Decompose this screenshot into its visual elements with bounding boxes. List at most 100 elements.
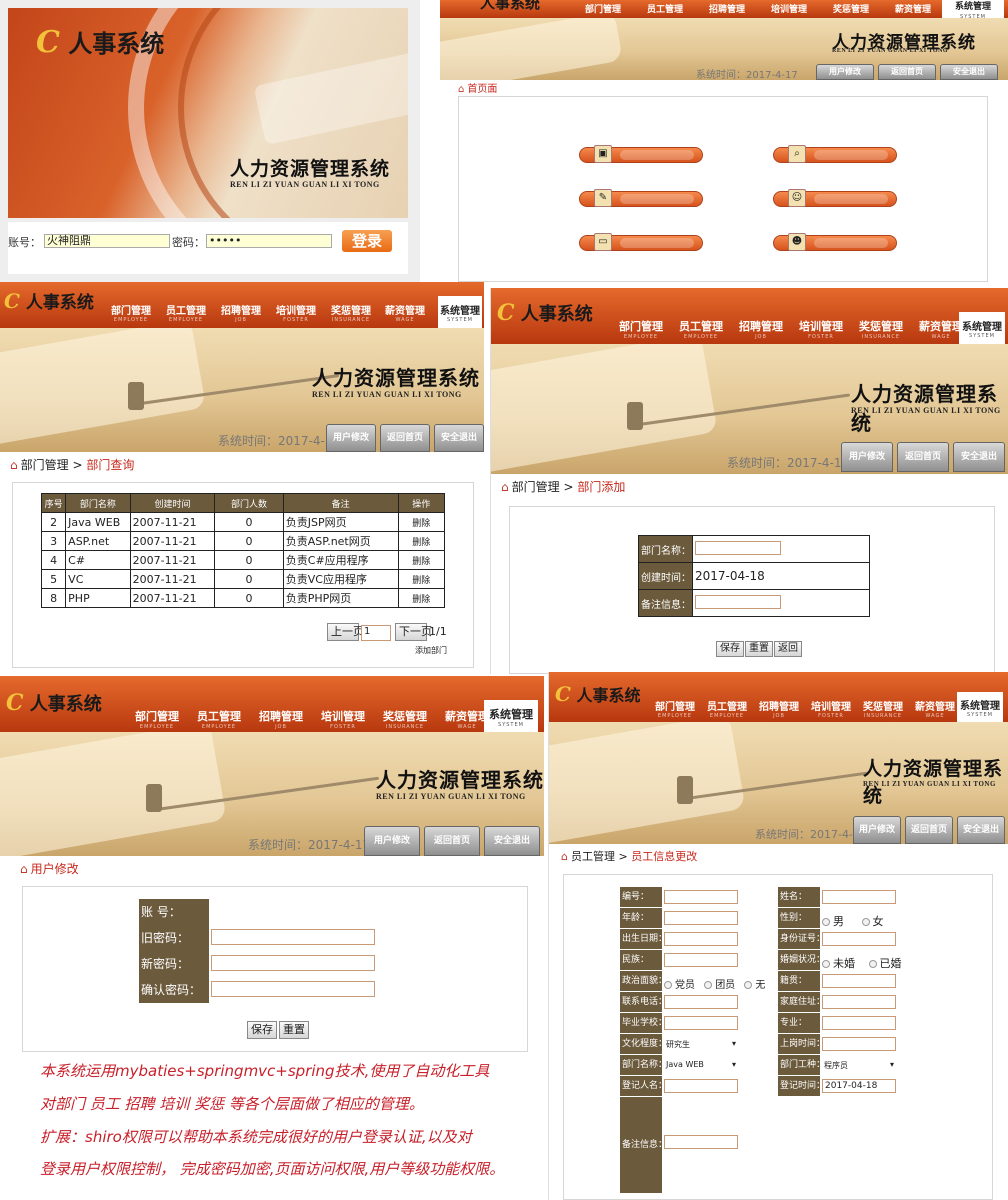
nav-dept[interactable]: 部门管理 EMPLOYEE	[104, 302, 158, 323]
password-input[interactable]: •••••	[206, 234, 332, 248]
old-password-input[interactable]	[211, 929, 375, 945]
emp-registrar-input[interactable]	[664, 1079, 738, 1093]
nav-employee[interactable]: 员工管理 EMPLOYEE	[158, 302, 214, 323]
delete-link[interactable]: 删除	[397, 588, 446, 608]
emp-education-select[interactable]: 研究生 ▾	[666, 1039, 736, 1050]
home-button[interactable]: 返回首页	[905, 816, 953, 844]
emp-nation-input[interactable]	[664, 953, 738, 967]
radio-single[interactable]	[822, 960, 830, 968]
user-edit-button[interactable]: 用户修改	[326, 424, 376, 452]
confirm-password-input[interactable]	[211, 981, 375, 997]
breadcrumb-parent[interactable]: 部门管理	[512, 480, 560, 494]
logout-button[interactable]: 安全退出	[484, 826, 540, 856]
nav-recruit[interactable]: 招聘管理 JOB	[731, 318, 791, 340]
page-input[interactable]: 1	[361, 625, 391, 641]
radio-male[interactable]	[822, 918, 830, 926]
nav-training[interactable]: 培训管理	[758, 2, 820, 15]
user-edit-button[interactable]: 用户修改	[841, 442, 893, 472]
nav-dept[interactable]: 部门管理 EMPLOYEE	[649, 698, 701, 719]
next-page-button[interactable]: 下一页	[395, 623, 432, 641]
radio-female[interactable]	[861, 918, 870, 926]
emp-major-input[interactable]	[822, 1016, 896, 1030]
nav-dept[interactable]: 部门管理	[572, 2, 634, 15]
nav-system[interactable]: 系统管理 SYSTEM	[484, 700, 538, 732]
delete-link[interactable]: 删除	[397, 550, 446, 570]
menu-button-add-employee[interactable]: ▣	[579, 145, 703, 163]
nav-system[interactable]: 系统管理 SYSTEM	[942, 0, 1004, 20]
nav-employee[interactable]: 员工管理 EMPLOYEE	[188, 708, 250, 730]
nav-system[interactable]: 系统管理 SYSTEM	[959, 312, 1005, 344]
nav-recruit[interactable]: 招聘管理 JOB	[214, 302, 268, 323]
nav-recruit[interactable]: 招聘管理	[696, 2, 758, 15]
nav-recruit[interactable]: 招聘管理 JOB	[753, 698, 805, 719]
delete-link[interactable]: 删除	[397, 569, 446, 589]
radio-married[interactable]	[868, 960, 877, 968]
user-edit-button[interactable]: 用户修改	[816, 64, 874, 80]
home-button[interactable]: 返回首页	[380, 424, 430, 452]
nav-employee[interactable]: 员工管理 EMPLOYEE	[671, 318, 731, 340]
menu-button-query-training[interactable]: ☻	[773, 233, 897, 251]
delete-link[interactable]: 删除	[397, 512, 446, 532]
radio-none[interactable]	[744, 981, 753, 989]
nav-training[interactable]: 培训管理 FOSTER	[268, 302, 324, 323]
emp-phone-input[interactable]	[664, 995, 738, 1009]
logout-button[interactable]: 安全退出	[957, 816, 1005, 844]
new-password-input[interactable]	[211, 955, 375, 971]
menu-button-query-employee[interactable]: ⌕	[773, 145, 897, 163]
emp-dept-select[interactable]: Java WEB ▾	[666, 1060, 736, 1069]
home-button[interactable]: 返回首页	[878, 64, 936, 80]
nav-reward[interactable]: 奖惩管理 INSURANCE	[324, 302, 378, 323]
emp-remark-input[interactable]	[664, 1135, 738, 1149]
emp-hometown-input[interactable]	[822, 974, 896, 988]
emp-age-input[interactable]	[664, 911, 738, 925]
home-button[interactable]: 返回首页	[897, 442, 949, 472]
nav-system[interactable]: 系统管理 SYSTEM	[957, 692, 1003, 722]
user-edit-button[interactable]: 用户修改	[364, 826, 420, 856]
nav-reward[interactable]: 奖惩管理	[820, 2, 882, 15]
nav-employee[interactable]: 员工管理	[634, 2, 696, 15]
logout-button[interactable]: 安全退出	[434, 424, 484, 452]
nav-training[interactable]: 培训管理 FOSTER	[312, 708, 374, 730]
nav-recruit[interactable]: 招聘管理 JOB	[250, 708, 312, 730]
menu-button-query-recruit[interactable]: ☺	[773, 189, 897, 207]
logout-button[interactable]: 安全退出	[953, 442, 1005, 472]
delete-link[interactable]: 删除	[397, 531, 446, 551]
add-dept-link[interactable]: 添加部门	[415, 645, 447, 656]
emp-id-input[interactable]	[664, 890, 738, 904]
nav-dept[interactable]: 部门管理 EMPLOYEE	[126, 708, 188, 730]
emp-name-input[interactable]	[822, 890, 896, 904]
nav-salary[interactable]: 薪资管理	[882, 2, 944, 15]
breadcrumb-current[interactable]: 首页面	[467, 84, 497, 95]
login-button[interactable]: 登录	[342, 230, 392, 252]
emp-school-input[interactable]	[664, 1016, 738, 1030]
logout-button[interactable]: 安全退出	[940, 64, 998, 80]
save-button[interactable]: 保存	[247, 1021, 277, 1039]
radio-league[interactable]	[704, 981, 713, 989]
nav-system[interactable]: 系统管理 SYSTEM	[438, 296, 482, 328]
note-input[interactable]	[695, 594, 781, 609]
home-button[interactable]: 返回首页	[424, 826, 480, 856]
nav-reward[interactable]: 奖惩管理 INSURANCE	[374, 708, 436, 730]
reset-button[interactable]: 重置	[279, 1021, 309, 1039]
emp-birthdate-input[interactable]	[664, 932, 738, 946]
emp-job-select[interactable]: 程序员 ▾	[824, 1060, 894, 1071]
save-button[interactable]: 保存	[716, 641, 744, 657]
nav-reward[interactable]: 奖惩管理 INSURANCE	[851, 318, 911, 340]
emp-regtime-input[interactable]: 2017-04-18	[822, 1079, 896, 1093]
nav-training[interactable]: 培训管理 FOSTER	[805, 698, 857, 719]
nav-salary[interactable]: 薪资管理 WAGE	[909, 698, 961, 719]
nav-salary[interactable]: 薪资管理 WAGE	[378, 302, 432, 323]
nav-employee[interactable]: 员工管理 EMPLOYEE	[701, 698, 753, 719]
nav-reward[interactable]: 奖惩管理 INSURANCE	[857, 698, 909, 719]
menu-button-add-recruit[interactable]: ✎	[579, 189, 703, 207]
breadcrumb-parent[interactable]: 部门管理	[21, 458, 69, 472]
emp-address-input[interactable]	[822, 995, 896, 1009]
radio-party[interactable]	[664, 981, 672, 989]
reset-button[interactable]: 重置	[745, 641, 773, 657]
dept-name-input[interactable]	[695, 540, 781, 555]
account-input[interactable]: 火神阻鼎	[44, 234, 170, 248]
back-button[interactable]: 返回	[774, 641, 802, 657]
menu-button-add-training[interactable]: ▭	[579, 233, 703, 251]
emp-idcard-input[interactable]	[822, 932, 896, 946]
nav-dept[interactable]: 部门管理 EMPLOYEE	[611, 318, 671, 340]
